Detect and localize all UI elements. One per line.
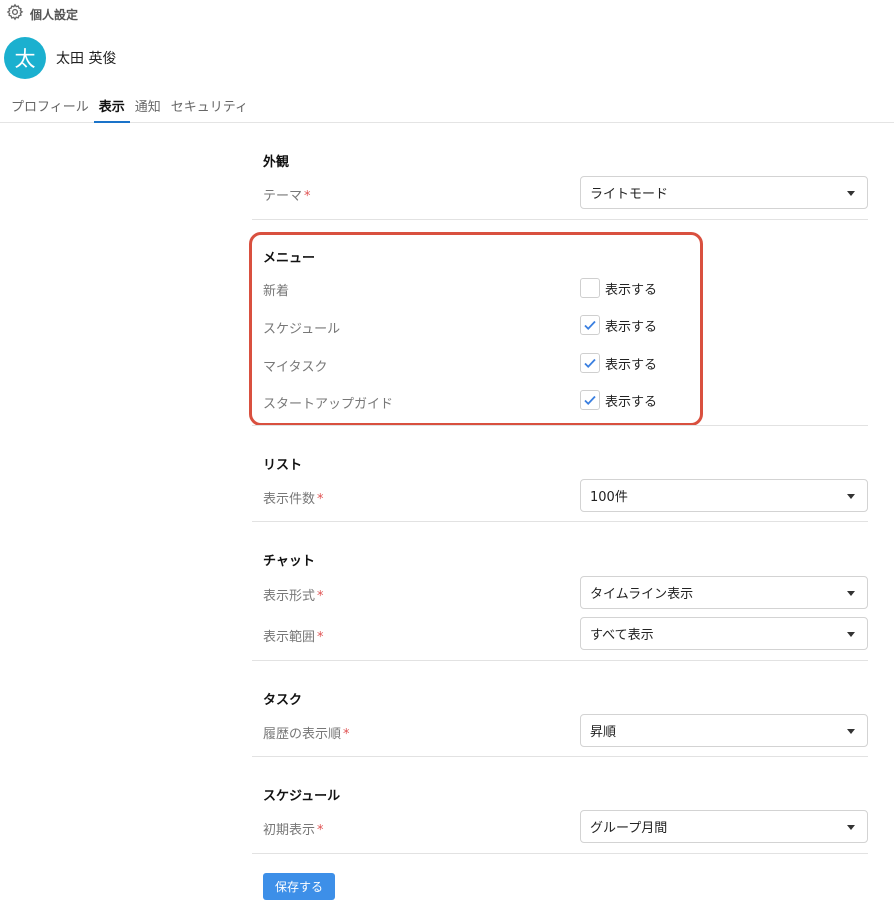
tab-security[interactable]: セキュリティ	[166, 92, 253, 123]
checkbox-checked[interactable]	[580, 353, 600, 373]
caret-down-icon	[847, 825, 855, 830]
caret-down-icon	[847, 494, 855, 499]
count-select[interactable]: 100件	[580, 479, 868, 512]
count-select-value: 100件	[590, 490, 628, 505]
initial-label: 初期表示 *	[263, 823, 324, 838]
caret-down-icon	[847, 632, 855, 637]
order-label: 履歴の表示順 *	[263, 727, 350, 742]
menu-mytask-checkbox[interactable]: 表示する	[580, 353, 657, 373]
check-icon	[584, 320, 596, 330]
avatar: 太	[4, 37, 46, 79]
check-icon	[584, 395, 596, 405]
theme-select[interactable]: ライトモード	[580, 176, 868, 209]
initial-select-value: グループ月間	[590, 821, 668, 836]
order-select-value: 昇順	[590, 725, 617, 740]
checkbox-unchecked[interactable]	[580, 278, 600, 298]
theme-select-value: ライトモード	[590, 187, 669, 202]
page-header: 個人設定	[6, 3, 79, 25]
divider	[252, 521, 868, 522]
section-title-list: リスト	[263, 458, 303, 473]
order-select[interactable]: 昇順	[580, 714, 868, 747]
menu-new-checkbox[interactable]: 表示する	[580, 278, 657, 298]
format-label: 表示形式 *	[263, 589, 324, 604]
caret-down-icon	[847, 191, 855, 196]
gear-icon	[6, 3, 24, 25]
theme-label: テーマ *	[263, 189, 311, 204]
user-name: 太田 英俊	[56, 51, 117, 67]
checkbox-checked[interactable]	[580, 390, 600, 410]
tab-notification[interactable]: 通知	[130, 92, 166, 123]
tab-display[interactable]: 表示	[93, 92, 130, 123]
menu-schedule-checkbox[interactable]: 表示する	[580, 315, 657, 335]
checkbox-label: 表示する	[605, 394, 658, 410]
section-title-task: タスク	[263, 693, 303, 708]
caret-down-icon	[847, 729, 855, 734]
range-select[interactable]: すべて表示	[580, 617, 868, 650]
divider	[252, 660, 868, 661]
section-title-appearance: 外観	[263, 155, 290, 170]
range-select-value: すべて表示	[590, 628, 654, 643]
menu-item-label: 新着	[263, 284, 290, 299]
section-title-schedule: スケジュール	[263, 789, 341, 804]
divider	[252, 756, 868, 757]
format-select[interactable]: タイムライン表示	[580, 576, 868, 609]
tab-profile[interactable]: プロフィール	[6, 92, 94, 123]
page-title: 個人設定	[30, 7, 79, 22]
divider	[252, 219, 868, 220]
range-label: 表示範囲 *	[263, 630, 324, 645]
checkbox-label: 表示する	[605, 282, 658, 298]
menu-item-label: マイタスク	[263, 360, 328, 375]
checkbox-label: 表示する	[605, 357, 658, 373]
caret-down-icon	[847, 591, 855, 596]
user-info: 太 太田 英俊	[4, 37, 116, 79]
save-button[interactable]: 保存する	[263, 873, 335, 900]
check-icon	[584, 358, 596, 368]
checkbox-checked[interactable]	[580, 315, 600, 335]
menu-startup-checkbox[interactable]: 表示する	[580, 390, 657, 410]
divider	[252, 853, 868, 854]
section-title-chat: チャット	[263, 554, 315, 569]
menu-item-label: スケジュール	[263, 322, 341, 337]
menu-item-label: スタートアップガイド	[263, 397, 394, 412]
format-select-value: タイムライン表示	[590, 587, 694, 602]
checkbox-label: 表示する	[605, 319, 658, 335]
divider	[252, 425, 868, 426]
initial-select[interactable]: グループ月間	[580, 810, 868, 843]
count-label: 表示件数 *	[263, 492, 324, 507]
settings-tabs: プロフィール 表示 通知 セキュリティ	[0, 92, 894, 123]
section-title-menu: メニュー	[263, 251, 316, 266]
